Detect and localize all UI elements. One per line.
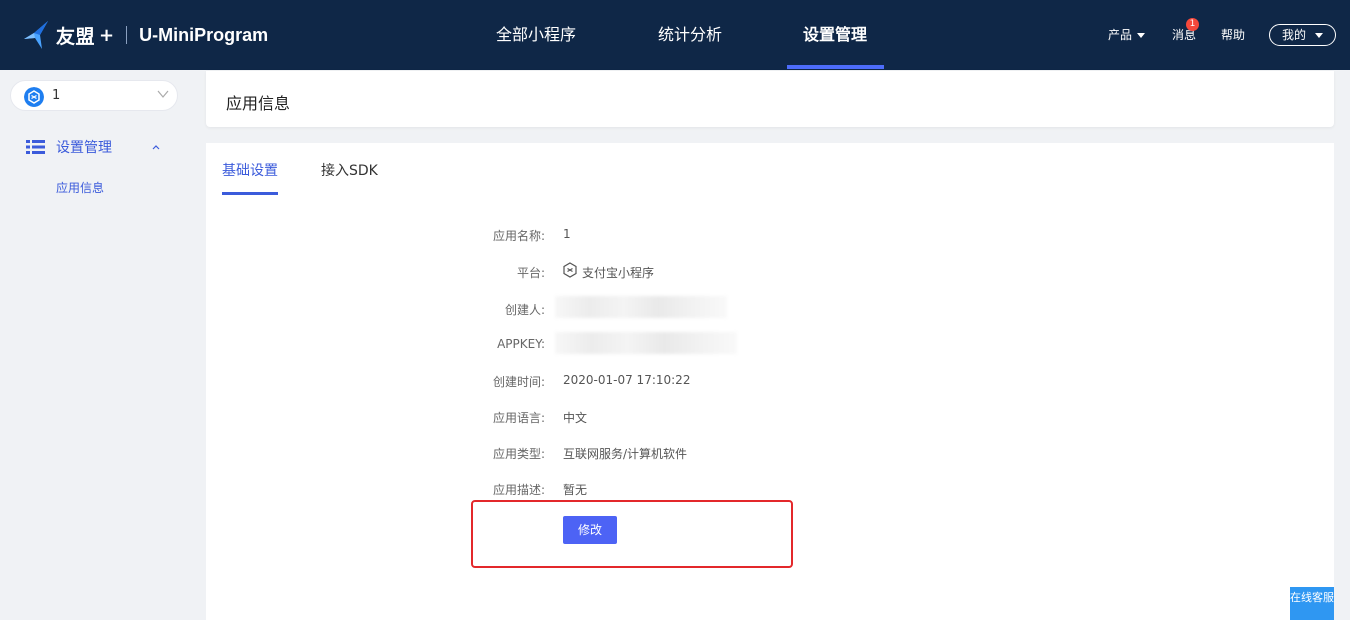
list-icon <box>26 140 45 154</box>
nav-statistics[interactable]: 统计分析 <box>658 0 722 70</box>
field-label: 应用描述: <box>492 483 545 497</box>
miniprogram-hexagon-icon <box>563 262 577 278</box>
page-title-card: 应用信息 <box>206 71 1334 127</box>
caret-down-icon <box>1315 33 1324 38</box>
field-label: 应用名称: <box>492 229 545 243</box>
field-appkey: APPKEY: <box>0 332 1350 357</box>
field-label: 应用类型: <box>492 447 545 461</box>
field-label: 平台: <box>516 266 545 280</box>
field-value: 互联网服务/计算机软件 <box>563 447 688 461</box>
field-label: 创建时间: <box>492 375 545 389</box>
product-name: U-MiniProgram <box>139 24 269 45</box>
redacted-value <box>555 332 737 354</box>
active-tab-indicator <box>222 192 278 195</box>
logo-divider <box>126 26 128 44</box>
field-description: 应用描述: 暂无 <box>0 481 1350 501</box>
sidebar-group-label: 设置管理 <box>56 140 112 156</box>
top-navigation-bar: 友盟 + U-MiniProgram 全部小程序 统计分析 设置管理 产品 消息… <box>0 0 1350 70</box>
tab-basic-settings[interactable]: 基础设置 <box>222 160 278 180</box>
selected-app-name: 1 <box>52 88 61 103</box>
sidebar-item-app-info[interactable]: 应用信息 <box>56 179 104 196</box>
field-value: 中文 <box>563 411 588 425</box>
product-menu-label: 产品 <box>1108 28 1133 42</box>
field-label: 创建人: <box>504 303 545 317</box>
chevron-down-icon <box>157 90 169 98</box>
nav-all-miniprograms[interactable]: 全部小程序 <box>496 0 576 70</box>
my-account-menu[interactable]: 我的 <box>1269 24 1336 46</box>
redacted-value <box>555 296 727 318</box>
active-nav-indicator <box>787 65 884 69</box>
field-created-time: 创建时间: 2020-01-07 17:10:22 <box>0 373 1350 393</box>
online-customer-service-button[interactable]: 在线客服 <box>1290 587 1334 620</box>
field-value: 2020-01-07 17:10:22 <box>563 373 691 387</box>
field-app-type: 应用类型: 互联网服务/计算机软件 <box>0 445 1350 465</box>
modify-button[interactable]: 修改 <box>563 516 617 544</box>
umeng-bird-logo-icon <box>24 21 48 49</box>
app-selector-dropdown[interactable]: 1 <box>10 80 178 111</box>
app-hexagon-icon <box>24 87 44 107</box>
chevron-up-icon[interactable] <box>151 143 161 151</box>
highlight-annotation-box <box>471 500 793 568</box>
field-value: 1 <box>563 227 571 241</box>
field-creator: 创建人: <box>0 296 1350 321</box>
field-language: 应用语言: 中文 <box>0 409 1350 429</box>
my-account-label: 我的 <box>1282 28 1307 42</box>
field-value: 暂无 <box>563 483 588 497</box>
brand-plus: + <box>99 24 115 46</box>
nav-settings[interactable]: 设置管理 <box>803 0 867 70</box>
sidebar-group-settings[interactable]: 设置管理 <box>26 137 112 157</box>
brand-logo[interactable]: 友盟 + U-MiniProgram <box>22 18 268 52</box>
page-title: 应用信息 <box>226 94 291 113</box>
field-value: 支付宝小程序 <box>582 266 655 280</box>
caret-down-icon <box>1137 33 1146 38</box>
field-app-name: 应用名称: 1 <box>0 227 1350 247</box>
field-platform: 平台: 支付宝小程序 <box>0 262 1350 284</box>
brand-name: 友盟 <box>56 25 96 48</box>
field-label: APPKEY: <box>497 337 545 351</box>
help-link[interactable]: 帮助 <box>1221 26 1245 43</box>
message-count-badge: 1 <box>1186 18 1199 31</box>
product-menu[interactable]: 产品 <box>1108 26 1146 43</box>
tab-sdk-integration[interactable]: 接入SDK <box>321 160 378 180</box>
field-label: 应用语言: <box>492 411 545 425</box>
